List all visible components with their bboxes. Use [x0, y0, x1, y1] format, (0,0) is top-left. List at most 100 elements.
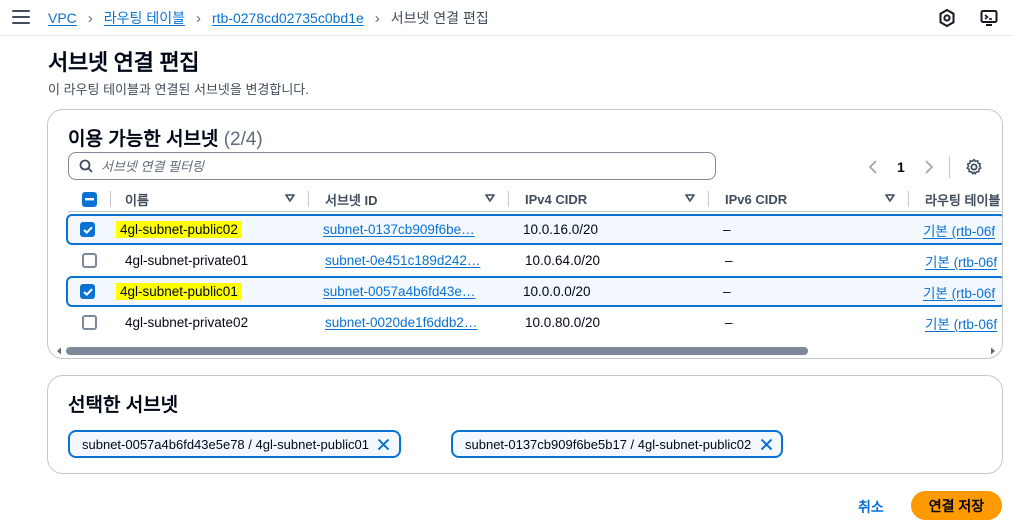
column-ipv6[interactable]: IPv6 CIDR — [725, 186, 905, 212]
row-ipv4: 10.0.64.0/20 — [525, 253, 601, 268]
search-icon — [79, 159, 93, 173]
selected-subnet-token: subnet-0137cb909f6be5b17 / 4gl-subnet-pu… — [451, 430, 784, 458]
row-route-table-link[interactable]: 기본 (rtb-06f — [925, 245, 1002, 276]
table-row[interactable]: 4gl-subnet-private01 subnet-0e451c189d24… — [68, 245, 1002, 276]
selected-subnets-panel: 선택한 서브넷 subnet-0057a4b6fd43e5e78 / 4gl-s… — [47, 375, 1003, 474]
available-subnets-panel: 이용 가능한 서브넷 (2/4) 1 이름 — [47, 109, 1003, 359]
column-ipv4-label: IPv4 CIDR — [525, 191, 588, 207]
token-label: subnet-0137cb909f6be5b17 / 4gl-subnet-pu… — [465, 436, 752, 452]
scroll-left-icon[interactable] — [57, 347, 61, 355]
row-checkbox[interactable] — [80, 284, 95, 299]
row-ipv6: – — [725, 253, 733, 268]
column-subnet-id-label: 서브넷 ID — [325, 192, 378, 208]
check-icon — [82, 226, 93, 234]
sort-caret-icon — [285, 194, 295, 202]
sort-caret-icon — [485, 194, 495, 202]
column-route-table[interactable]: 라우팅 테이블 — [925, 186, 1002, 212]
row-ipv4: 10.0.80.0/20 — [525, 315, 601, 330]
column-separator — [708, 191, 709, 207]
row-ipv4: 10.0.16.0/20 — [523, 222, 599, 237]
row-checkbox-cell — [80, 216, 95, 243]
column-separator — [110, 191, 111, 207]
row-checkbox-cell — [82, 307, 97, 338]
row-checkbox-cell — [80, 278, 95, 305]
gear-icon[interactable] — [964, 157, 984, 177]
selected-subnets-title: 선택한 서브넷 — [68, 395, 179, 416]
row-name: 4gl-subnet-public02 — [116, 216, 242, 243]
breadcrumb-route-table-id[interactable]: rtb-0278cd02735c0bd1e — [212, 10, 364, 26]
row-name: 4gl-subnet-private02 — [125, 315, 249, 330]
subnet-filter[interactable] — [68, 152, 716, 180]
scrollbar-thumb[interactable] — [66, 347, 808, 355]
row-checkbox[interactable] — [82, 253, 97, 268]
sort-caret-icon — [685, 194, 695, 202]
close-icon[interactable] — [377, 437, 391, 451]
row-checkbox[interactable] — [82, 315, 97, 330]
row-subnet-id-link[interactable]: subnet-0137cb909f6be… — [323, 216, 493, 243]
close-icon[interactable] — [759, 437, 773, 451]
token-label: subnet-0057a4b6fd43e5e78 / 4gl-subnet-pu… — [82, 436, 369, 452]
row-subnet-id-link[interactable]: subnet-0e451c189d242… — [325, 245, 495, 276]
select-all-checkbox[interactable] — [82, 191, 97, 207]
subnets-table: 이름 서브넷 ID IPv4 CIDR IPv6 CIDR 라우팅 테이블 4g… — [66, 186, 1002, 338]
check-icon — [82, 288, 93, 296]
column-name[interactable]: 이름 — [125, 186, 305, 212]
table-row[interactable]: 4gl-subnet-private02 subnet-0020de1f6ddb… — [68, 307, 1002, 338]
row-subnet-id-link[interactable]: subnet-0020de1f6ddb2… — [325, 307, 495, 338]
column-separator — [508, 191, 509, 207]
pager-divider — [948, 156, 950, 178]
row-checkbox-cell — [82, 245, 97, 276]
page-title: 서브넷 연결 편집 — [48, 50, 200, 75]
chevron-right-icon: › — [195, 9, 201, 27]
scroll-right-icon[interactable] — [991, 347, 995, 355]
sort-caret-icon — [885, 194, 895, 202]
page-description: 이 라우팅 테이블과 연결된 서브넷을 변경합니다. — [48, 82, 309, 97]
page-number[interactable]: 1 — [897, 159, 905, 175]
available-subnets-heading: 이용 가능한 서브넷 — [68, 129, 219, 150]
column-ipv6-label: IPv6 CIDR — [725, 191, 788, 207]
cloudshell-icon[interactable] — [979, 8, 999, 28]
breadcrumb: VPC › 라우팅 테이블 › rtb-0278cd02735c0bd1e › … — [48, 8, 489, 28]
subnet-filter-input[interactable] — [101, 158, 681, 174]
row-route-table-link[interactable]: 기본 (rtb-06f — [925, 307, 1002, 338]
row-route-table-link[interactable]: 기본 (rtb-06f — [923, 216, 1002, 243]
column-separator — [308, 191, 309, 207]
column-ipv4[interactable]: IPv4 CIDR — [525, 186, 705, 212]
row-name: 4gl-subnet-private01 — [125, 253, 249, 268]
table-header: 이름 서브넷 ID IPv4 CIDR IPv6 CIDR 라우팅 테이블 — [68, 186, 1002, 212]
row-ipv6: – — [723, 284, 731, 299]
row-ipv4: 10.0.0.0/20 — [523, 284, 591, 299]
available-subnets-title: 이용 가능한 서브넷 (2/4) — [68, 124, 263, 151]
chevron-left-icon[interactable] — [863, 157, 883, 177]
chevron-right-icon[interactable] — [919, 157, 939, 177]
selected-subnet-token: subnet-0057a4b6fd43e5e78 / 4gl-subnet-pu… — [68, 430, 401, 458]
chevron-right-icon: › — [374, 9, 380, 27]
breadcrumb-vpc[interactable]: VPC — [48, 10, 77, 26]
horizontal-scrollbar[interactable] — [52, 344, 1000, 358]
column-name-label: 이름 — [125, 192, 149, 208]
chevron-right-icon: › — [87, 9, 93, 27]
breadcrumb-route-tables[interactable]: 라우팅 테이블 — [104, 8, 185, 28]
top-navigation: VPC › 라우팅 테이블 › rtb-0278cd02735c0bd1e › … — [0, 0, 1013, 36]
notifications-icon[interactable] — [937, 8, 957, 28]
table-row[interactable]: 4gl-subnet-public02 subnet-0137cb909f6be… — [66, 214, 1002, 245]
cancel-button[interactable]: 취소 — [858, 497, 884, 517]
column-subnet-id[interactable]: 서브넷 ID — [325, 186, 505, 212]
column-separator — [908, 191, 909, 207]
column-route-table-label: 라우팅 테이블 — [925, 192, 1001, 208]
menu-icon[interactable] — [12, 10, 30, 24]
row-route-table-link[interactable]: 기본 (rtb-06f — [923, 278, 1002, 305]
row-checkbox[interactable] — [80, 222, 95, 237]
select-all-cell — [82, 186, 97, 212]
breadcrumb-current: 서브넷 연결 편집 — [390, 10, 489, 26]
save-associations-button[interactable]: 연결 저장 — [911, 491, 1002, 520]
row-subnet-id-link[interactable]: subnet-0057a4b6fd43e… — [323, 278, 493, 305]
row-ipv6: – — [723, 222, 731, 237]
table-row[interactable]: 4gl-subnet-public01 subnet-0057a4b6fd43e… — [66, 276, 1002, 307]
row-name-text: 4gl-subnet-public01 — [116, 283, 242, 300]
selected-count: (2/4) — [223, 129, 263, 150]
row-ipv6: – — [725, 315, 733, 330]
row-name-text: 4gl-subnet-public02 — [116, 221, 242, 238]
pagination: 1 — [863, 156, 984, 178]
row-name: 4gl-subnet-public01 — [116, 278, 242, 305]
